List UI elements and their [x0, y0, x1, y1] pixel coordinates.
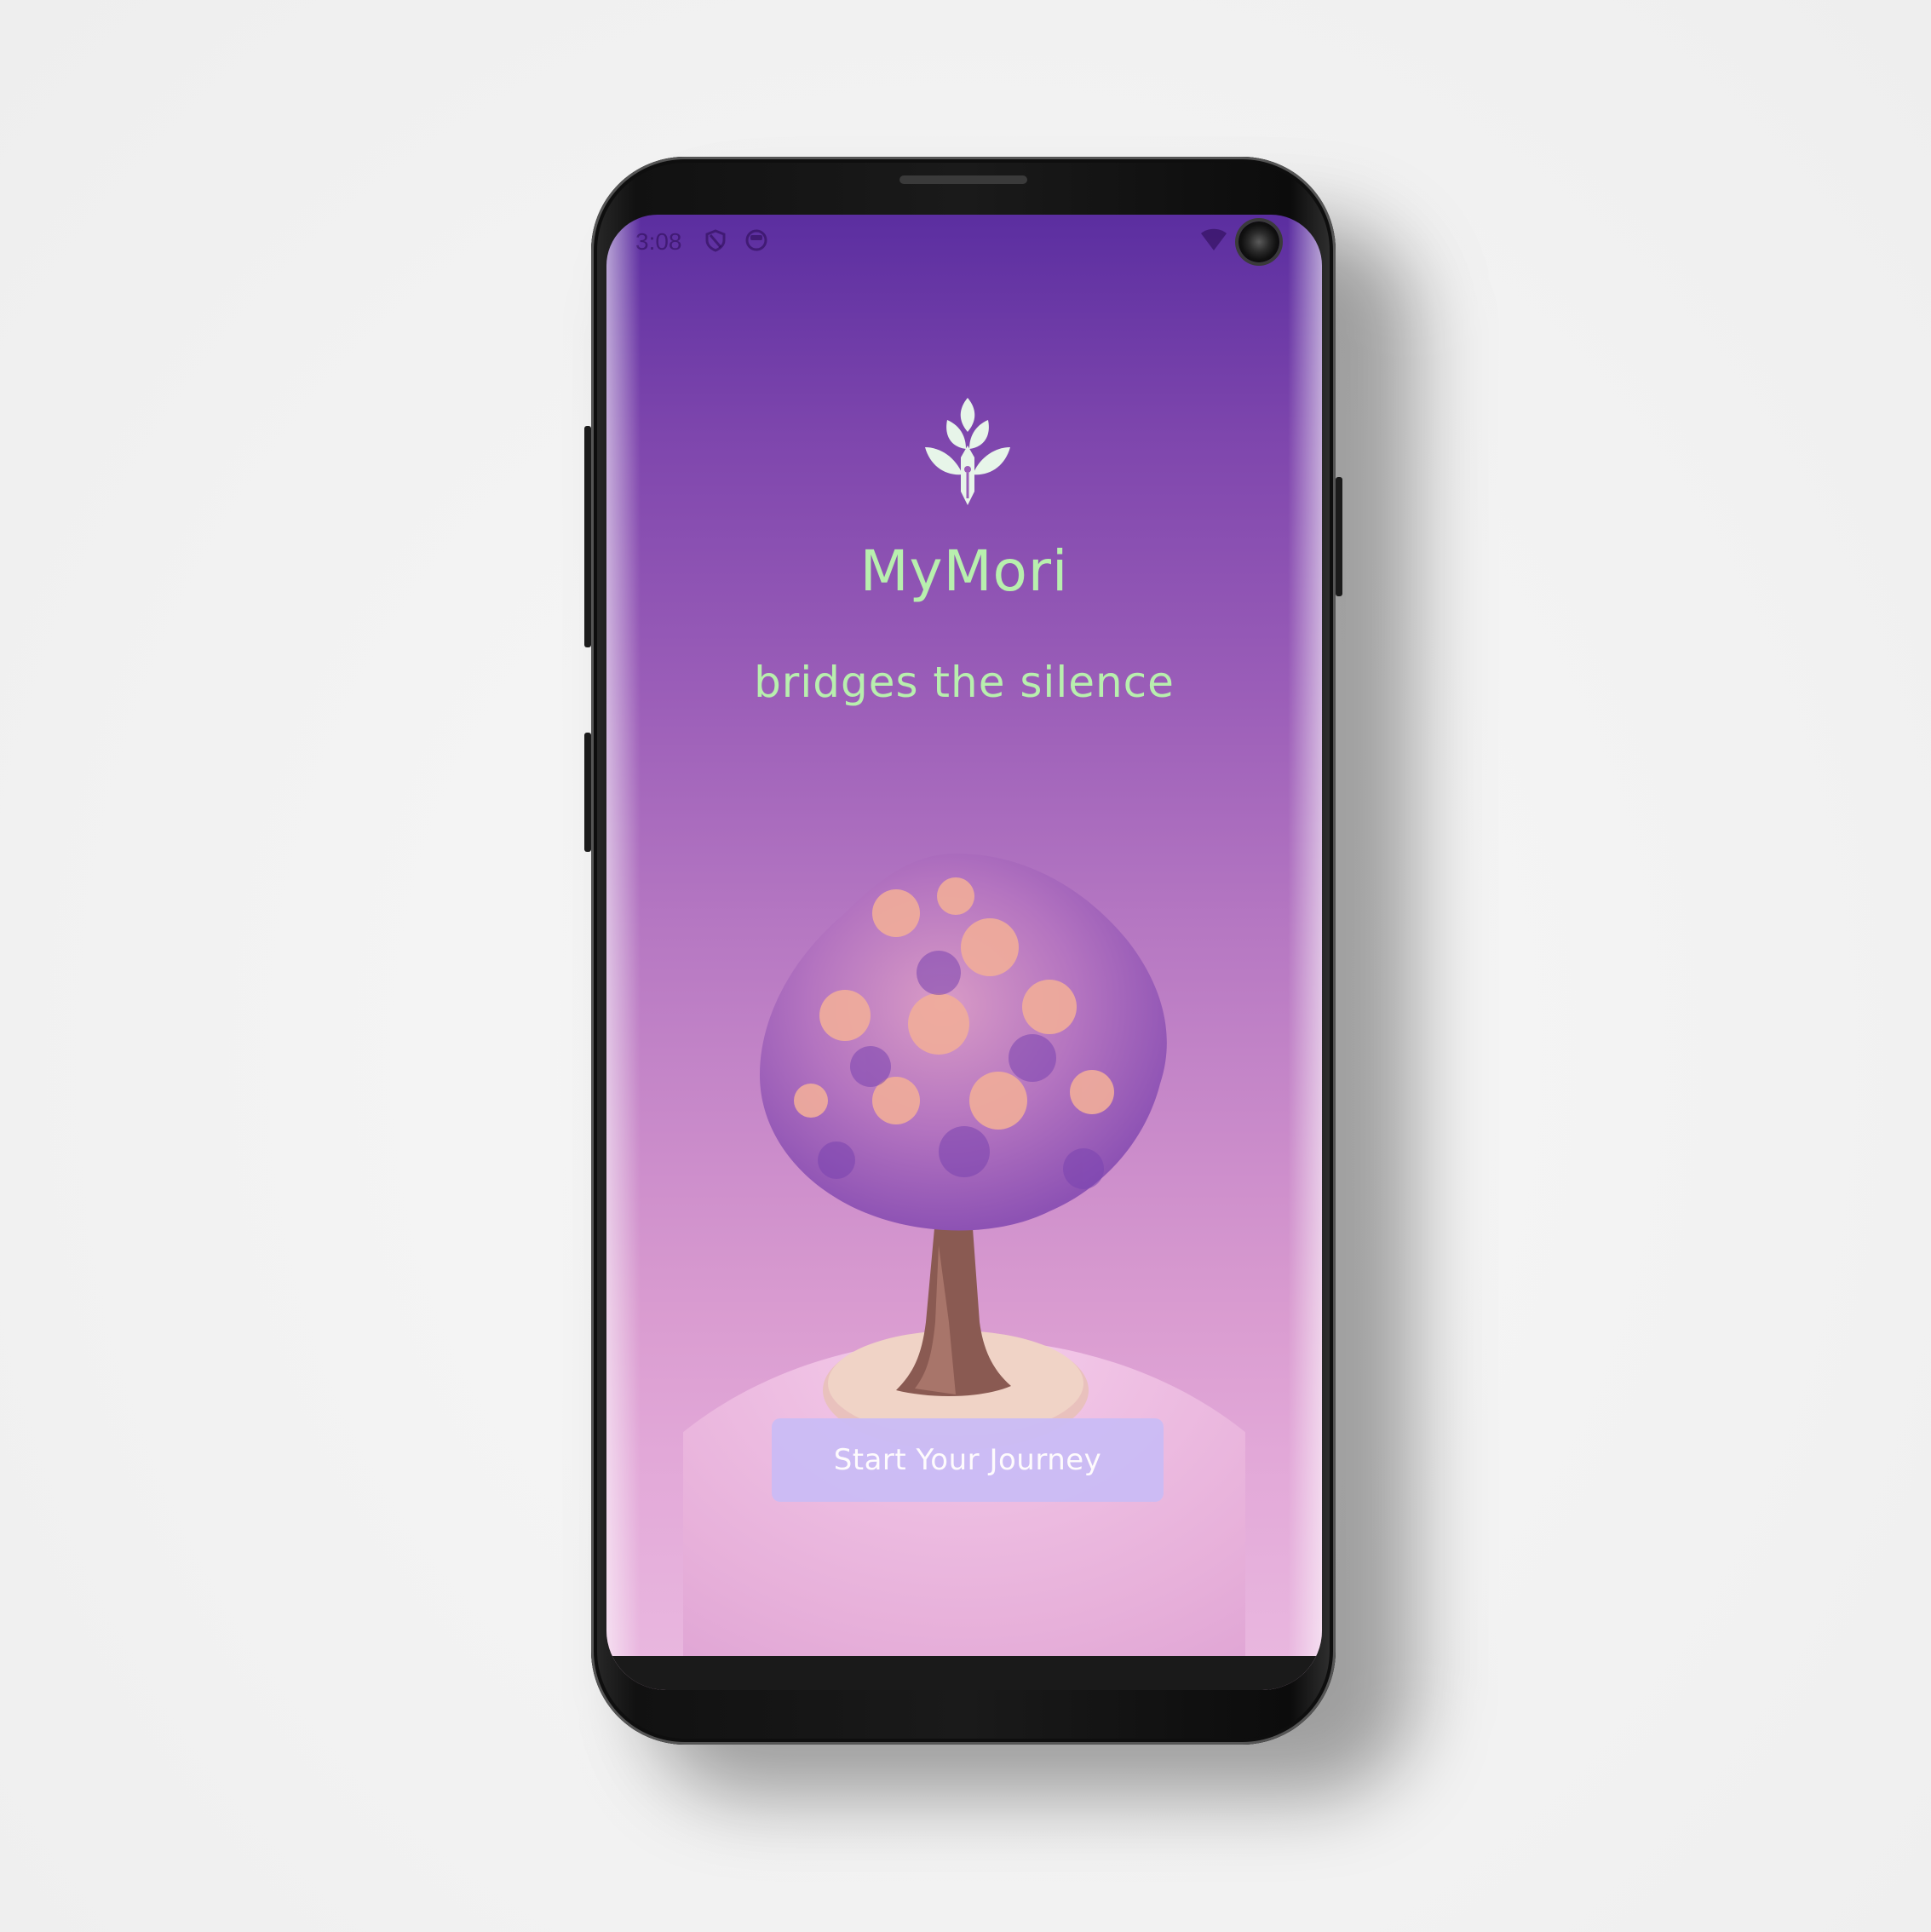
tree-illustration [683, 854, 1245, 1663]
screen-edge-highlight-right [1288, 215, 1322, 1690]
app-screen: 3:08 MyMori bridges the silence Start Yo… [606, 215, 1322, 1690]
camera-lens [1238, 221, 1279, 262]
face-icon [745, 229, 767, 251]
wifi-icon [1201, 228, 1227, 250]
mockup-stage: 3:08 MyMori bridges the silence Start Yo… [0, 0, 1931, 1932]
screen-edge-highlight-left [606, 215, 641, 1690]
shield-icon [705, 229, 726, 252]
status-time: 3:08 [635, 228, 682, 255]
bixby-button [1336, 477, 1342, 596]
start-journey-button[interactable]: Start Your Journey [772, 1418, 1164, 1502]
app-title: MyMori [859, 538, 1069, 604]
app-tagline: bridges the silence [754, 658, 1175, 707]
earpiece-speaker [899, 175, 1027, 184]
sprout-pen-icon [925, 398, 1010, 505]
bottom-bezel [606, 1656, 1322, 1690]
power-button [584, 733, 591, 852]
volume-button [584, 426, 591, 647]
status-bar: 3:08 [606, 215, 1322, 266]
